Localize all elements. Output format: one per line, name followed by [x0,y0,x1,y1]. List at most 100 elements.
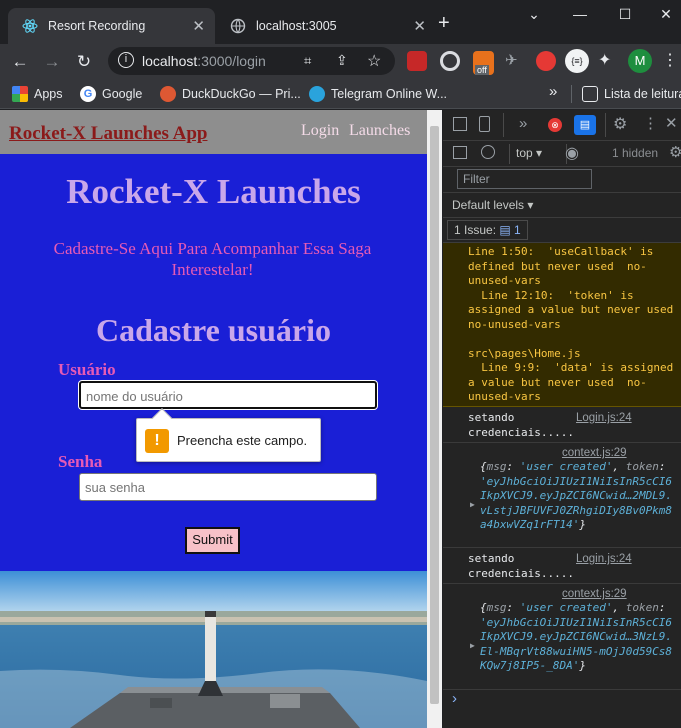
divider [605,113,606,137]
context-selector[interactable]: top ▾ [516,146,542,160]
log-text: setando credenciais..... [468,552,574,580]
validation-tooltip: ! Preencha este campo. [136,408,321,462]
log-source-link[interactable]: Login.js:24 [576,411,632,426]
web-page: Rocket-X Launches App Login Launches Roc… [0,110,427,728]
maximize-button[interactable]: ☐ [612,6,638,26]
log-source-link[interactable]: Login.js:24 [576,552,632,567]
launch-site-photo [0,571,427,728]
extension-off-icon[interactable]: off [473,51,494,75]
eye-icon[interactable]: ◉ [565,143,585,163]
app-navbar: Rocket-X Launches App Login Launches [0,110,427,154]
filter-row: Filter [443,167,681,193]
extensions-puzzle-icon[interactable]: ✦ [598,50,611,70]
reading-list-icon [582,86,598,102]
device-toolbar-icon[interactable] [479,116,490,132]
console-toolbar: top ▾ ◉ 1 hidden ⚙ [443,141,681,167]
bookmarks-overflow-icon[interactable]: » [549,83,557,100]
devtools-panel: » ⊗ ▤ ⚙ ⋮ ✕ top ▾ ◉ 1 hidden ⚙ Filter De… [443,110,681,728]
username-input[interactable]: nome do usuário [79,381,377,409]
back-icon[interactable]: ← [8,50,32,74]
close-tab-icon[interactable]: ✕ [192,17,205,35]
tab-title: localhost:3005 [256,19,337,33]
hidden-count: 1 hidden [612,146,659,160]
sidebar-toggle-icon[interactable] [453,146,467,159]
extension-icon[interactable] [407,51,427,71]
minimize-button[interactable]: — [567,6,593,26]
hero-title: Rocket-X Launches [66,172,361,211]
expand-triangle-icon[interactable]: ▶ [470,639,475,654]
scrollbar-thumb[interactable] [430,126,439,704]
log-source-link[interactable]: context.js:29 [562,587,627,602]
telegram-icon [309,86,325,102]
reading-list[interactable]: Lista de leitura [582,86,681,102]
nav-launches-link[interactable]: Launches [349,122,410,140]
forward-icon[interactable]: → [40,50,64,74]
duckduckgo-icon [160,86,176,102]
expand-triangle-icon[interactable]: ▶ [470,498,475,513]
info-icon[interactable]: i [118,52,134,68]
more-tabs-icon[interactable]: » [519,115,527,132]
tab-search-icon[interactable]: ⌄ [521,6,547,26]
apps-grid-icon [12,86,28,102]
tab-resort-recording[interactable]: Resort Recording ✕ [8,8,215,44]
password-label: Senha [58,452,103,471]
share-icon[interactable]: ⇪ [336,52,348,69]
error-badge-icon[interactable]: ⊗ [548,118,562,132]
default-levels-dropdown[interactable]: Default levels ▾ [452,198,533,212]
nav-login-link[interactable]: Login [301,122,339,140]
log-object[interactable]: {msg: 'user created', token: 'eyJhbGciOi… [480,601,677,674]
profile-avatar[interactable]: M [628,49,652,73]
log-object[interactable]: {msg: 'user created', token: 'eyJhbGciOi… [480,460,677,533]
close-tab-icon[interactable]: ✕ [413,17,426,35]
devtools-tabbar: » ⊗ ▤ ⚙ ⋮ ✕ [443,110,681,141]
validation-message: Preencha este campo. [177,433,308,448]
new-tab-button[interactable]: + [438,12,450,35]
console-prompt[interactable]: › [452,690,457,707]
levels-row: Default levels ▾ [443,193,681,218]
close-devtools-icon[interactable]: ✕ [665,114,678,132]
console-object-row: context.js:29 ▶ {msg: 'user created', to… [443,584,681,690]
tooltip-arrow [152,408,172,428]
clear-console-icon[interactable] [481,145,495,159]
submit-button[interactable]: Submit [185,527,240,554]
tab-title: Resort Recording [48,19,146,33]
bookmark-google[interactable]: G Google [80,86,142,102]
page-scrollbar[interactable] [427,110,442,728]
chrome-menu-icon[interactable]: ⋮ [662,50,678,70]
extension-json-icon[interactable]: {≡} [565,49,589,73]
warning-icon: ! [145,429,169,453]
reload-icon[interactable]: ↻ [72,50,96,74]
translate-icon[interactable]: ⌗ [304,53,311,69]
url-text: localhost:3000/login [142,53,266,69]
issues-button[interactable]: 1 Issue: ▤ 1 [447,220,528,240]
extension-icon[interactable] [536,51,556,71]
inspect-element-icon[interactable] [453,117,467,131]
settings-gear-icon[interactable]: ⚙ [613,114,627,134]
issues-badge-icon[interactable]: ▤ [574,115,596,135]
extension-icon[interactable] [440,51,460,71]
address-bar[interactable]: i localhost:3000/login ⌗ ⇪ ☆ [108,47,395,75]
console-object-row: context.js:29 ▶ {msg: 'user created', to… [443,443,681,548]
extension-icon[interactable]: ✈ [505,51,518,69]
bookmark-apps[interactable]: Apps [12,86,63,102]
bookmarks-bar: Apps G Google DuckDuckGo — Pri... Telegr… [0,79,681,109]
close-window-button[interactable]: ✕ [653,6,679,26]
google-icon: G [80,86,96,102]
form-title: Cadastre usuário [96,312,331,348]
devtools-menu-icon[interactable]: ⋮ [643,114,658,132]
console-filter-input[interactable]: Filter [457,169,592,189]
log-text: setando credenciais..... [468,411,574,439]
hero-subtitle: Cadastre-Se Aqui Para Acompanhar Essa Sa… [53,239,372,279]
console-log-row: setando credenciais..... Login.js:24 [443,407,681,443]
divider [503,113,504,137]
console-settings-icon[interactable]: ⚙ [669,143,681,161]
console-log-row: setando credenciais..... Login.js:24 [443,548,681,584]
bookmark-star-icon[interactable]: ☆ [367,51,381,71]
issues-row: 1 Issue: ▤ 1 [443,218,681,243]
tab-localhost-3005[interactable]: localhost:3005 ✕ [216,8,436,44]
password-input[interactable]: sua senha [79,473,377,501]
bookmark-telegram[interactable]: Telegram Online W... [309,86,447,102]
log-source-link[interactable]: context.js:29 [562,446,627,461]
bookmark-duckduckgo[interactable]: DuckDuckGo — Pri... [160,86,301,102]
brand-link[interactable]: Rocket-X Launches App [9,123,207,145]
